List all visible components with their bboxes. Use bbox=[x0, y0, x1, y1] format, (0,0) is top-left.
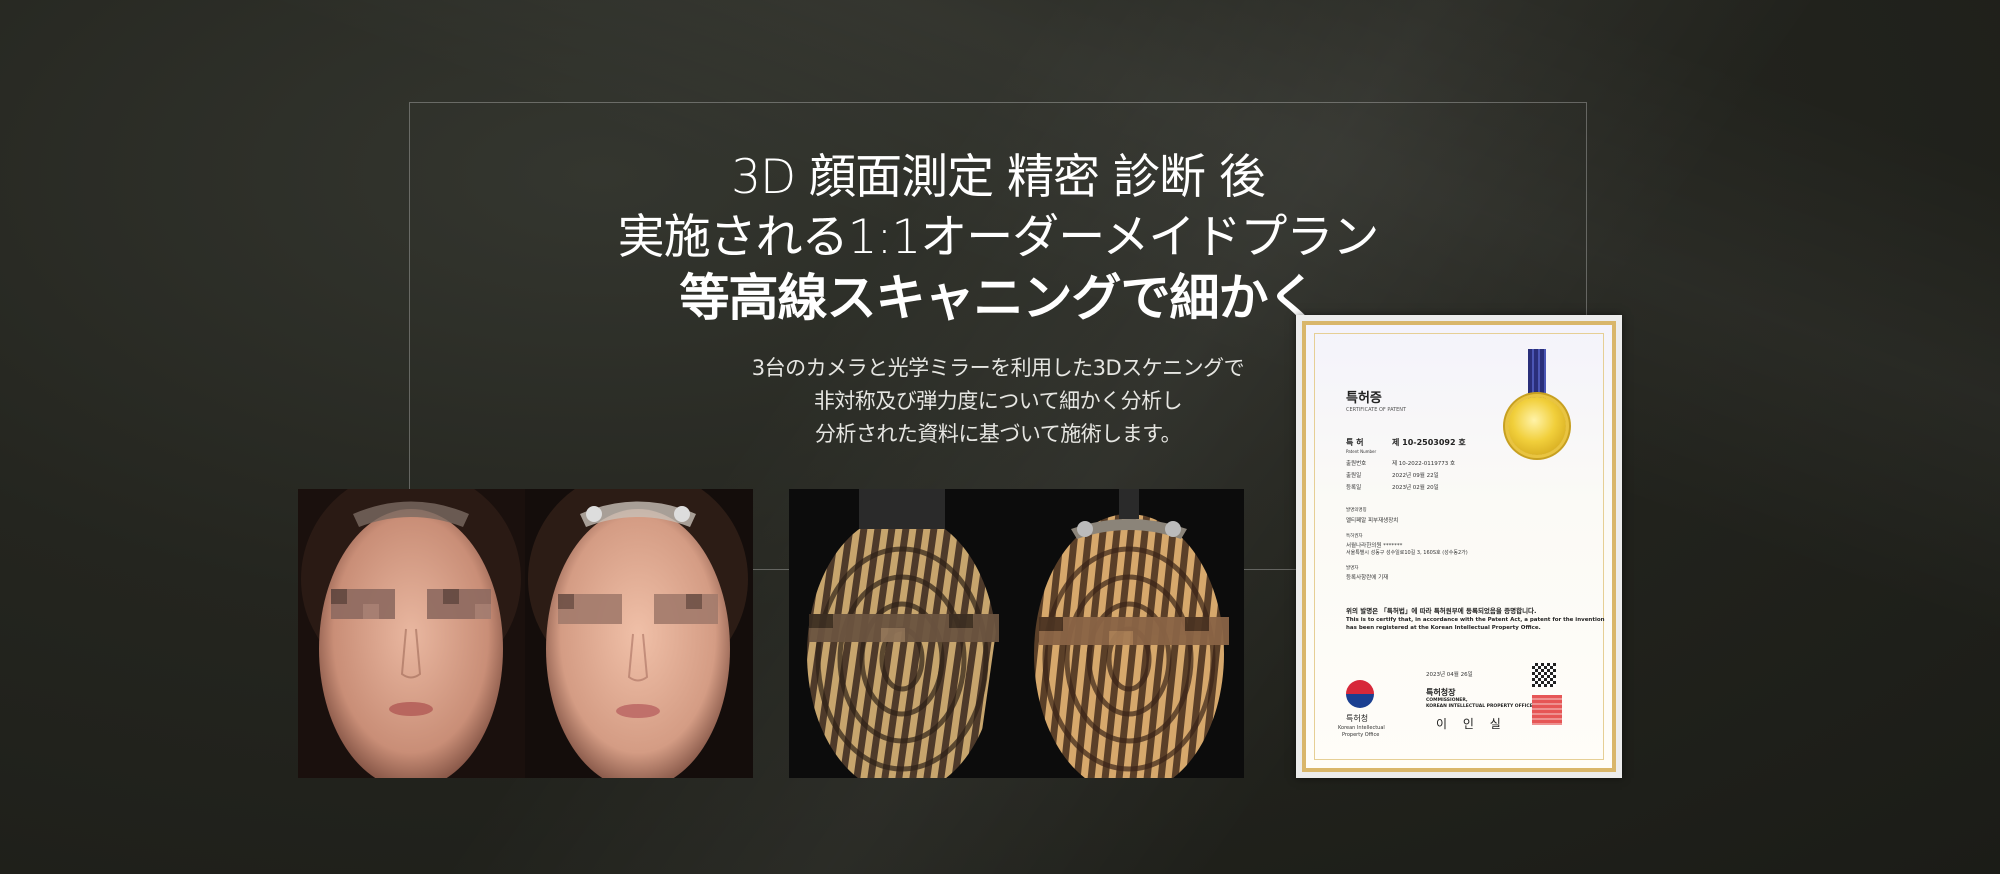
patent-number: 제 10-2503092 호 bbox=[1392, 438, 1466, 447]
office-name-korean: 특허청 bbox=[1346, 714, 1369, 723]
statement-korean: 위의 발명은 「특허법」에 따라 특허원부에 등록되었음을 증명합니다. bbox=[1346, 607, 1537, 615]
statement-english-2: has been registered at the Korean Intell… bbox=[1346, 625, 1541, 631]
patent-certificate: 특허증 CERTIFICATE OF PATENT 특 허 제 10-25030… bbox=[1296, 315, 1622, 778]
gold-seal-icon bbox=[1508, 397, 1566, 455]
commissioner-en-1: COMMISSIONER, bbox=[1426, 698, 1468, 703]
owner-label: 특허권자 bbox=[1346, 534, 1363, 539]
commissioner-title: 특허청장 bbox=[1426, 688, 1456, 697]
certificate-border: 특허증 CERTIFICATE OF PATENT 특 허 제 10-25030… bbox=[1302, 321, 1616, 772]
owner-address: 서울특별시 성동구 성수일로10길 3, 160S호 (성수동2가) bbox=[1346, 550, 1468, 556]
owner-name: 서월나라한의원 ******* bbox=[1346, 543, 1403, 549]
patent-label: 특 허 bbox=[1346, 438, 1364, 447]
office-name-english-1: Korean Intellectual bbox=[1338, 725, 1385, 731]
commissioner-en-2: KOREAN INTELLECTUAL PROPERTY OFFICE bbox=[1426, 704, 1533, 709]
patent-number-caption: Patent Number bbox=[1346, 449, 1377, 454]
invention-title: 멜티페알 피부재생장치 bbox=[1346, 518, 1399, 524]
qr-code-icon bbox=[1532, 663, 1556, 687]
issue-date: 2023년 04월 26일 bbox=[1426, 672, 1473, 678]
face-photo-contour-scan bbox=[789, 489, 1244, 778]
filing-date-label: 출원일 bbox=[1346, 473, 1362, 479]
registration-date: 2023년 02월 20일 bbox=[1392, 485, 1439, 491]
certificate-subtitle: CERTIFICATE OF PATENT bbox=[1346, 407, 1407, 413]
official-seal-stamp bbox=[1532, 695, 1562, 725]
kipo-logo-icon bbox=[1346, 680, 1374, 708]
commissioner-signature: 이 인 실 bbox=[1436, 717, 1507, 731]
inventor-label: 발명자 bbox=[1346, 566, 1359, 571]
statement-english-1: This is to certify that, in accordance w… bbox=[1346, 617, 1605, 623]
certificate-title: 특허증 bbox=[1346, 391, 1382, 406]
headline-line-2: 実施される1:1オーダーメイドプラン bbox=[617, 210, 1380, 265]
invention-label: 발명의명칭 bbox=[1346, 508, 1367, 513]
face-photo-standard bbox=[298, 489, 753, 778]
headline: 3D 顔面測定 精密 診断 後 実施される1:1オーダーメイドプラン 等高線スキ… bbox=[409, 148, 1587, 328]
filing-date: 2022년 09월 22일 bbox=[1392, 473, 1439, 479]
inventor-value: 등록사항란에 기재 bbox=[1346, 575, 1389, 581]
registration-date-label: 등록일 bbox=[1346, 485, 1362, 491]
application-number: 제 10-2022-0119773 호 bbox=[1392, 461, 1456, 467]
headline-line-1: 3D 顔面測定 精密 診断 後 bbox=[731, 150, 1266, 205]
application-number-label: 출원번호 bbox=[1346, 461, 1367, 467]
office-name-english-2: Property Office bbox=[1342, 732, 1380, 738]
